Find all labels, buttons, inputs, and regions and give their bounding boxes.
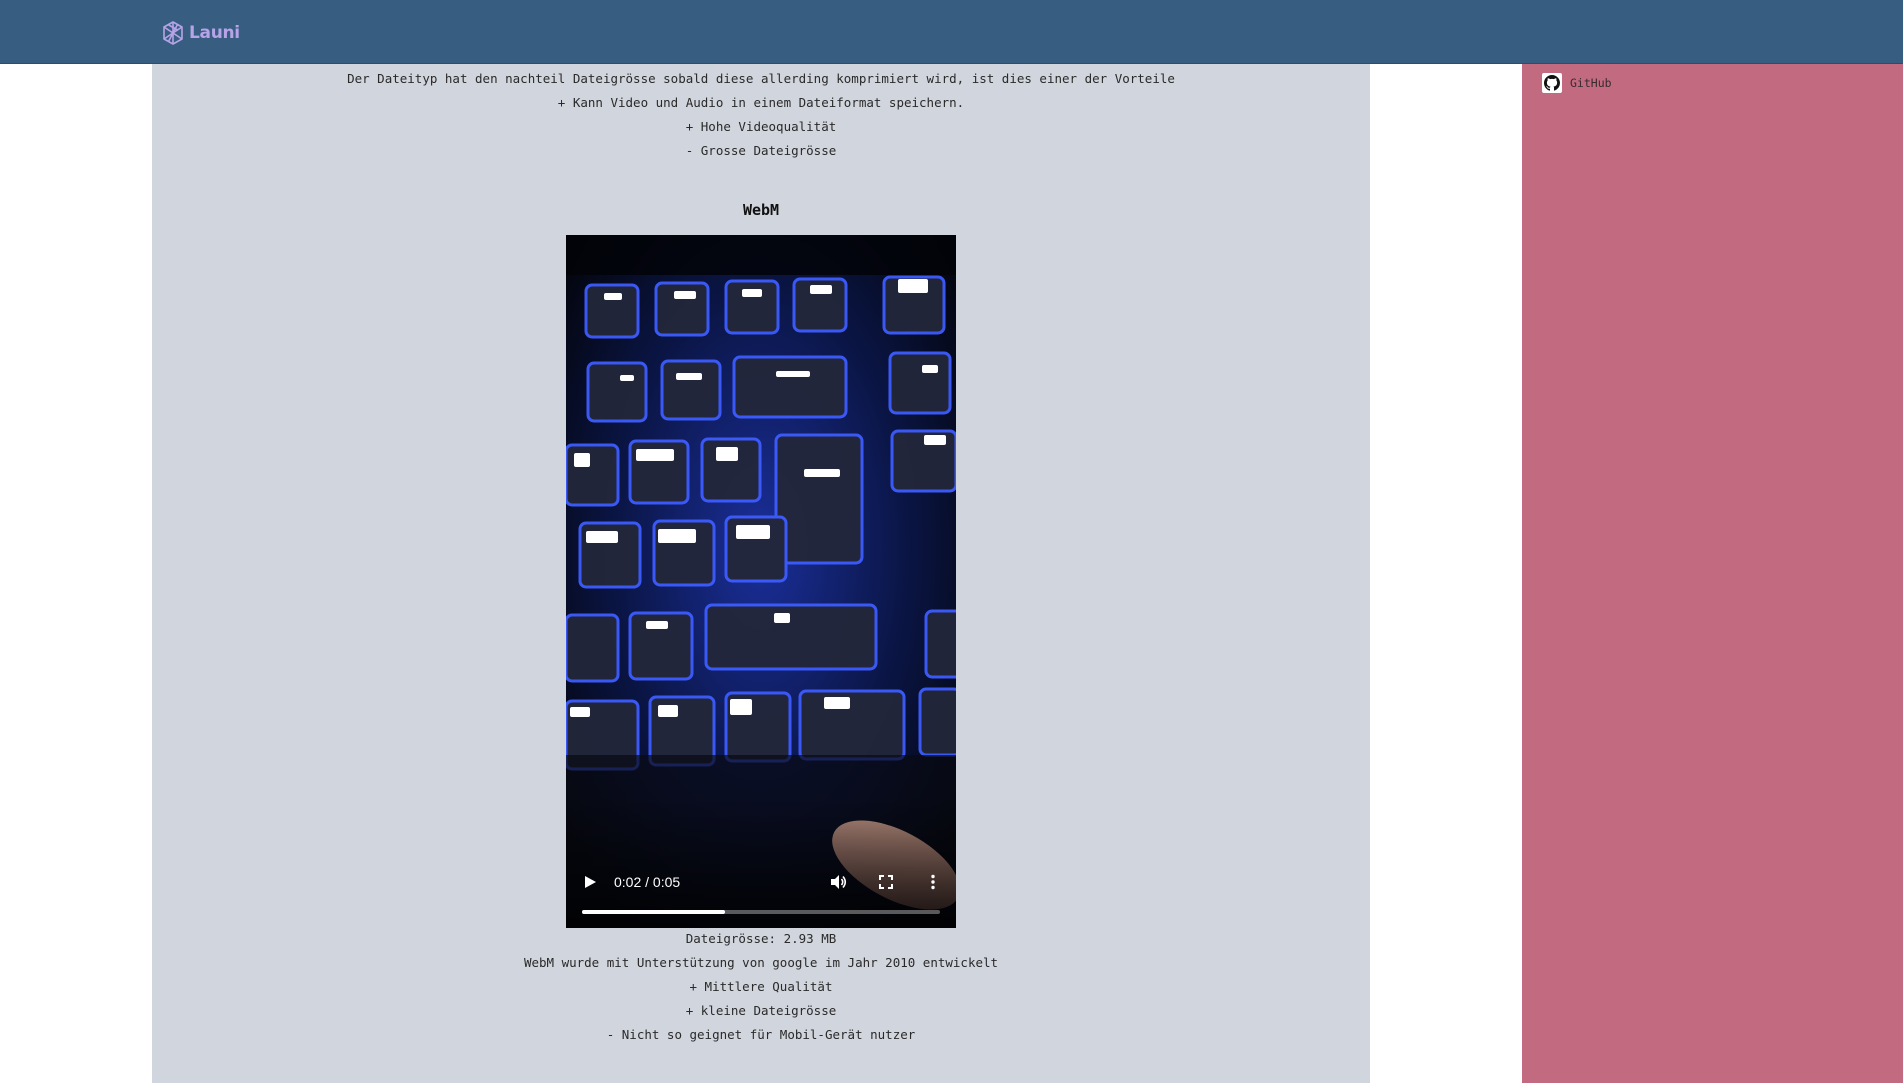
mp4-con-line: - Grosse Dateigrösse [685,143,837,158]
video-controls: 0:02 / 0:05 [566,848,956,928]
video-frame-keyboard [566,235,956,928]
webm-heading: WebM [742,201,780,219]
video-progress-fill [582,910,726,914]
mp4-description-line: Der Dateityp hat den nachteil Dateigröss… [347,71,1175,86]
logo-icon [163,21,183,45]
right-sidebar: GitHub [1522,64,1903,1083]
volume-icon [831,875,847,889]
logo-text: Launi [189,23,240,43]
fullscreen-button[interactable] [874,870,898,894]
volume-button[interactable] [826,870,850,894]
webm-filesize-line: Dateigrösse: 2.93 MB [685,931,837,946]
webm-pro-line: + kleine Dateigrösse [685,1003,837,1018]
webm-video-player[interactable]: 0:02 / 0:05 [566,235,956,928]
github-link[interactable]: GitHub [1542,73,1612,93]
webm-pro-line: + Mittlere Qualität [689,979,833,994]
webm-description-line: WebM wurde mit Unterstützung von google … [523,955,999,970]
top-navbar: Launi [0,0,1903,64]
video-time-display: 0:02 / 0:05 [614,874,681,890]
fullscreen-icon [879,875,893,889]
logo-link[interactable]: Launi [160,18,240,48]
video-progress-bar[interactable] [582,910,940,914]
play-icon [585,876,596,888]
more-vertical-icon [931,874,935,890]
mp4-pro-line: + Hohe Videoqualität [685,119,837,134]
webm-con-line: - Nicht so geignet für Mobil-Gerät nutze… [606,1027,916,1042]
github-icon [1542,73,1562,93]
github-label: GitHub [1570,76,1612,90]
mp4-pro-line: + Kann Video und Audio in einem Dateifor… [557,95,965,110]
main-content: Der Dateityp hat den nachteil Dateigröss… [152,64,1370,1083]
more-options-button[interactable] [921,870,945,894]
play-button[interactable] [578,870,602,894]
